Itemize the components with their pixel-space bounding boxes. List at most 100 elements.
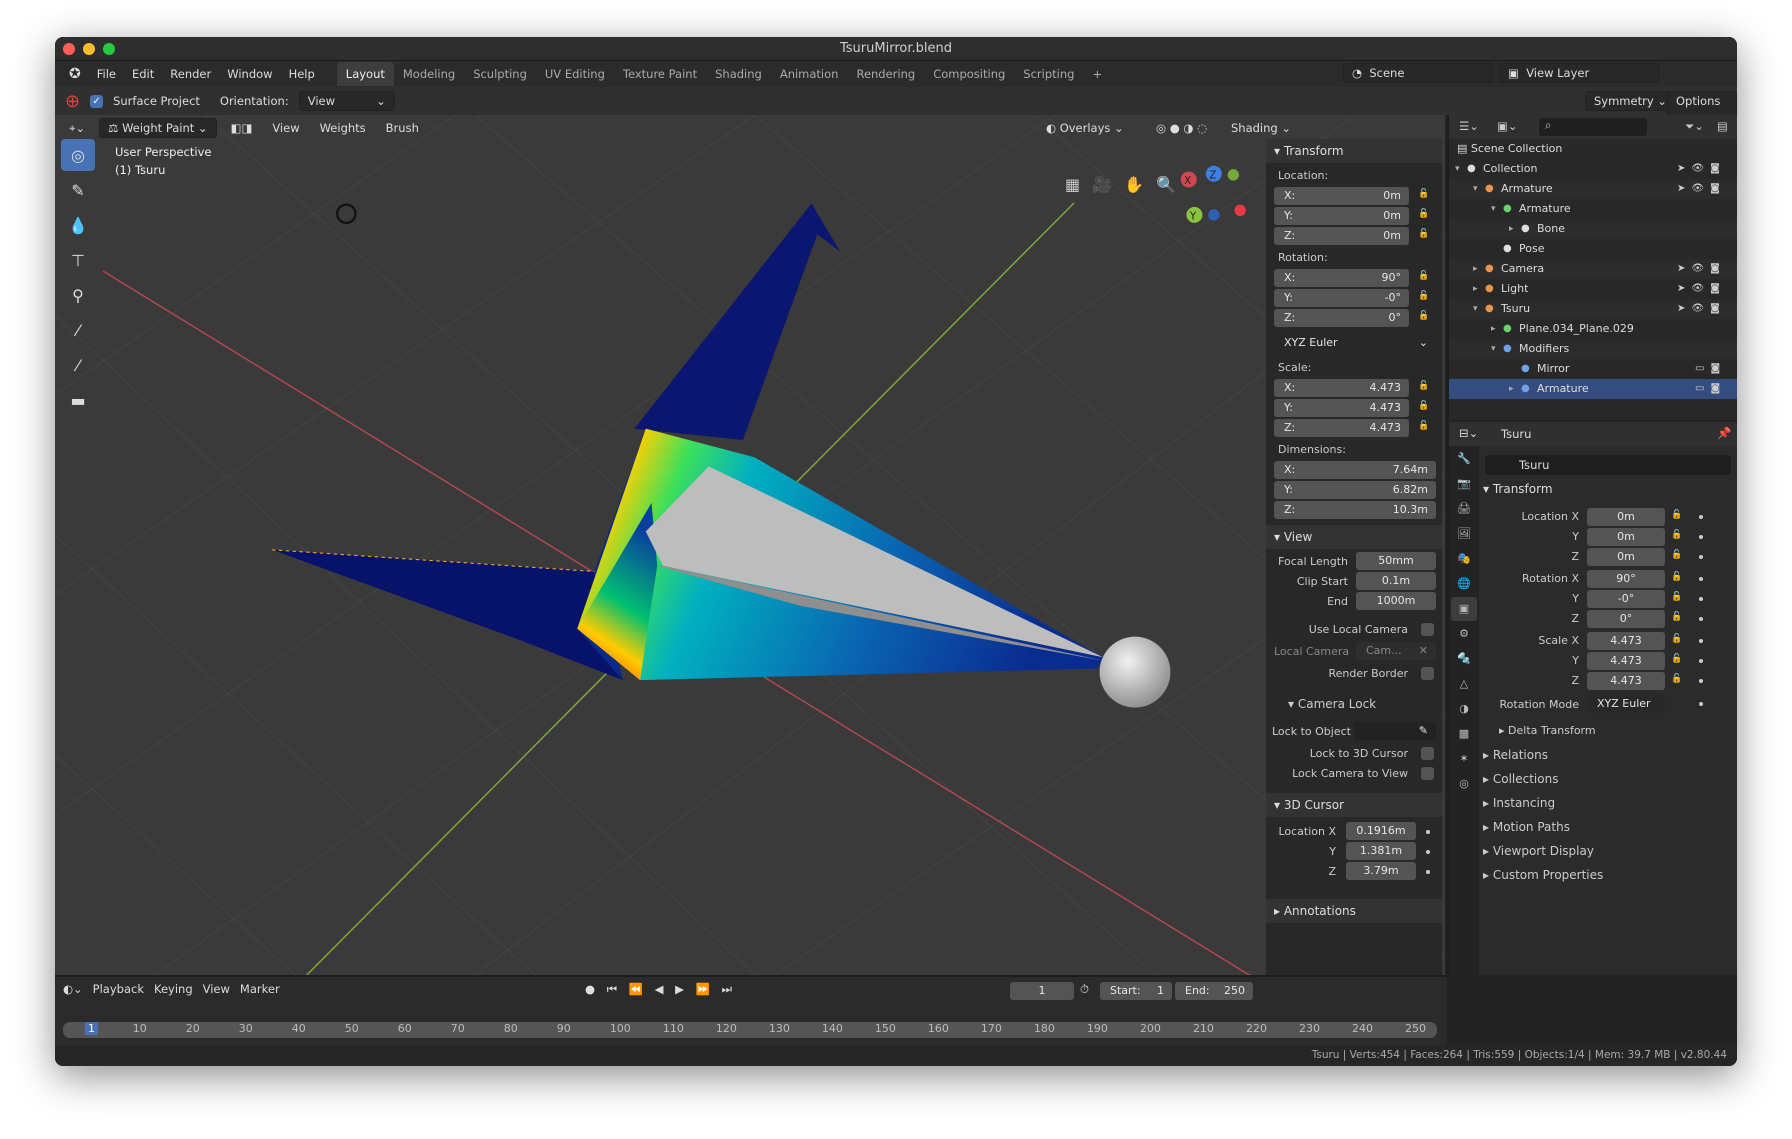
lock-location-z-icon[interactable]: 🔓 (1418, 229, 1429, 239)
clear-icon[interactable]: ✕ (1419, 642, 1428, 660)
outliner-row[interactable]: ▾ ● Armature (1449, 199, 1737, 219)
lock-scale-z-icon[interactable]: 🔓 (1418, 421, 1429, 431)
pan-hand-icon[interactable]: ✋ (1124, 175, 1144, 194)
keyframe-dot-icon[interactable] (1699, 639, 1703, 643)
transform-panel-header[interactable]: ▾ Transform (1266, 139, 1442, 163)
draw-icon[interactable]: ◎ (61, 139, 95, 171)
timeline-editor-icon[interactable]: ◐⌄ (63, 982, 83, 996)
timeline-menu-playback[interactable]: Playback (93, 982, 144, 996)
menu-render[interactable]: Render (162, 67, 219, 81)
visibility-toggles[interactable]: ➤👁◙ (1677, 179, 1726, 199)
outliner-row[interactable]: ▸ ● Armature ▭◙ (1449, 379, 1737, 399)
visibility-toggles[interactable]: ➤👁◙ (1677, 259, 1726, 279)
local-camera-field[interactable]: Cam... ✕ (1356, 642, 1436, 660)
texture-icon[interactable]: ▩ (1451, 722, 1477, 746)
location-x[interactable]: X: 0m (1274, 187, 1409, 205)
rot-y-lock-icon[interactable]: 🔓 (1671, 592, 1682, 602)
expand-arrow-icon[interactable]: ▸ (1491, 319, 1496, 339)
stopwatch-icon[interactable]: ⏱ (1080, 982, 1089, 997)
visibility-toggles[interactable]: ➤👁◙ (1677, 279, 1726, 299)
eyedropper-icon[interactable]: ✎ (1419, 722, 1428, 740)
outliner-row[interactable]: ▾ ● Modifiers (1449, 339, 1737, 359)
panel-header-motion-paths[interactable]: ▸ Motion Paths (1483, 820, 1570, 834)
editor-type-icon[interactable]: ⊟⌄ (1459, 426, 1478, 440)
modifier-icon[interactable]: 🔩 (1451, 647, 1477, 671)
outliner-row[interactable]: ▸ ● Plane.034_Plane.029 (1449, 319, 1737, 339)
shading-modes[interactable]: ◎ ● ◑ ◌ (1150, 119, 1213, 137)
timeline-menu-view[interactable]: View (203, 982, 230, 996)
zoom-icon[interactable]: 🔍 (1156, 175, 1176, 194)
rotation-mode-dropdown[interactable]: XYZ Euler ⌄ (1274, 334, 1436, 352)
world-icon[interactable]: 🌐 (1451, 572, 1477, 596)
outliner-row[interactable]: ● Mirror ▭◙ (1449, 359, 1737, 379)
loc-y-field[interactable]: 0m (1587, 528, 1665, 546)
keyframe-dot-icon[interactable] (1699, 597, 1703, 601)
scl-y-lock-icon[interactable]: 🔓 (1671, 654, 1682, 664)
expand-arrow-icon[interactable]: ▾ (1491, 339, 1496, 359)
outliner-search-input[interactable]: ⌕ (1539, 118, 1647, 136)
loc-z-field[interactable]: 0m (1587, 548, 1665, 566)
timeline-menu-marker[interactable]: Marker (240, 982, 280, 996)
minimize-window-button[interactable] (83, 43, 95, 55)
panel-header-relations[interactable]: ▸ Relations (1483, 748, 1548, 762)
workspace-tab-animation[interactable]: Animation (770, 62, 848, 86)
render-icon[interactable]: 📷 (1451, 472, 1477, 496)
object-name-field[interactable]: Tsuru (1485, 455, 1731, 475)
render-border-checkbox[interactable] (1421, 667, 1434, 680)
shading-dropdown[interactable]: Shading ⌄ (1225, 119, 1297, 137)
rot-x-lock-icon[interactable]: 🔓 (1671, 572, 1682, 582)
rot-z-field[interactable]: 0° (1587, 610, 1665, 628)
scene-icon[interactable]: 🎭 (1451, 547, 1477, 571)
constraints-icon[interactable]: ⚙ (1451, 622, 1477, 646)
lock-location-y-icon[interactable]: 🔓 (1418, 209, 1429, 219)
sample-weight-icon[interactable]: ⁄ (61, 314, 95, 346)
scale-z[interactable]: Z: 4.473 (1274, 419, 1409, 437)
dimension-z[interactable]: Z: 10.3m (1274, 501, 1436, 519)
start-frame-box[interactable]: Start: 1 (1100, 982, 1172, 1000)
weights-menu[interactable]: Weights (314, 119, 372, 137)
expand-arrow-icon[interactable]: ▾ (1491, 199, 1496, 219)
current-frame-indicator[interactable]: 1 (85, 1022, 98, 1035)
keyframe-dot-icon[interactable] (1699, 515, 1703, 519)
outliner-row[interactable]: ● Pose (1449, 239, 1737, 259)
scale-x[interactable]: X: 4.473 (1274, 379, 1409, 397)
keyframe-dot-icon[interactable] (1699, 617, 1703, 621)
modifier-toggles[interactable]: ▭◙ (1695, 359, 1726, 379)
workspace-tab-shading[interactable]: Shading (706, 62, 771, 86)
keyframe-dot-icon[interactable] (1699, 577, 1703, 581)
outliner-row[interactable]: ▸ ● Light ➤👁◙ (1449, 279, 1737, 299)
location-z[interactable]: Z: 0m (1274, 227, 1409, 245)
output-icon[interactable]: 🖨 (1451, 497, 1477, 521)
physics-icon[interactable]: ◎ (1451, 772, 1477, 796)
lock-rotation-x-icon[interactable]: 🔓 (1418, 271, 1429, 281)
clip-start-field[interactable]: 0.1m (1356, 572, 1436, 590)
menu-edit[interactable]: Edit (124, 67, 162, 81)
workspace-tab-layout[interactable]: Layout (336, 62, 394, 86)
lock-scale-x-icon[interactable]: 🔓 (1418, 381, 1429, 391)
focal-length-field[interactable]: 50mm (1356, 552, 1436, 570)
rotation-mode-dropdown[interactable]: XYZ Euler (1587, 695, 1665, 713)
scene-collection-row[interactable]: ▤ Scene Collection (1449, 139, 1737, 159)
workspace-tab-sculpting[interactable]: Sculpting (464, 62, 536, 86)
menu-window[interactable]: Window (219, 67, 280, 81)
menu-help[interactable]: Help (281, 67, 323, 81)
blender-logo-icon[interactable]: ✪ (61, 66, 89, 82)
expand-arrow-icon[interactable]: ▾ (1473, 299, 1478, 319)
clip-end-field[interactable]: 1000m (1356, 592, 1436, 610)
filter-icon[interactable]: ⏷⌄ (1685, 119, 1704, 134)
keyframe-dot-icon[interactable] (1699, 659, 1703, 663)
keyframe-dot-icon[interactable] (1426, 830, 1430, 834)
transform-section-header[interactable]: ▾ Transform (1483, 482, 1553, 496)
modifier-toggles[interactable]: ▭◙ (1695, 379, 1726, 399)
symmetry-dropdown[interactable]: Symmetry ⌄ (1585, 91, 1676, 111)
lock-rotation-z-icon[interactable]: 🔓 (1418, 311, 1429, 321)
expand-arrow-icon[interactable]: ▸ (1509, 219, 1514, 239)
mesh-data-icon[interactable]: △ (1451, 672, 1477, 696)
expand-arrow-icon[interactable]: ▸ (1509, 379, 1514, 399)
start-frame-field[interactable]: 1 (1157, 982, 1164, 1000)
loc-x-lock-icon[interactable]: 🔓 (1671, 510, 1682, 520)
scl-x-field[interactable]: 4.473 (1587, 632, 1665, 650)
workspace-tab-rendering[interactable]: Rendering (847, 62, 925, 86)
keyframe-dot-icon[interactable] (1699, 535, 1703, 539)
loc-z-lock-icon[interactable]: 🔓 (1671, 550, 1682, 560)
